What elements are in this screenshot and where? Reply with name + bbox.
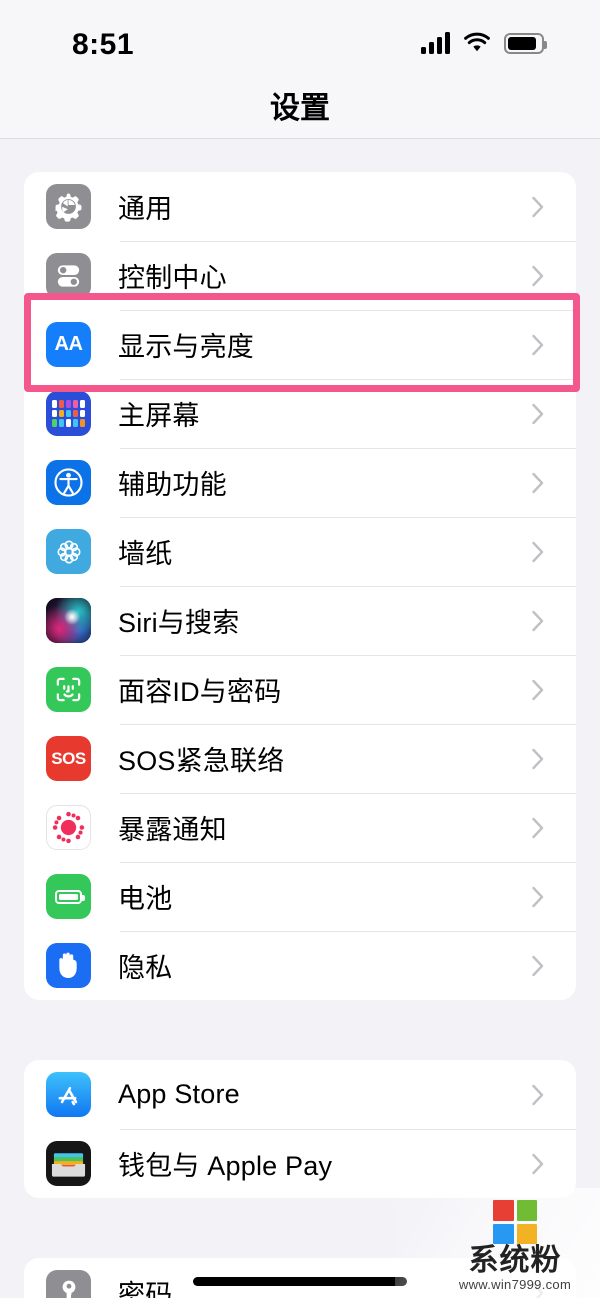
aa-glyph: AA bbox=[54, 333, 83, 355]
settings-row-label: 密码 bbox=[118, 1280, 173, 1298]
settings-row-general[interactable]: 通用 bbox=[24, 172, 576, 241]
settings-row-wallet-apple-pay[interactable]: 钱包与 Apple Pay bbox=[24, 1129, 576, 1198]
settings-row-siri-search[interactable]: Siri与搜索 bbox=[24, 586, 576, 655]
settings-list[interactable]: 通用 控制中心 AA 显示与亮度 主屏幕 辅助功能 墙纸 Siri与搜索 面容I… bbox=[0, 139, 600, 1298]
face-id-icon bbox=[46, 667, 91, 712]
wifi-icon bbox=[463, 32, 491, 54]
settings-row-home-screen[interactable]: 主屏幕 bbox=[24, 379, 576, 448]
chevron-right-icon bbox=[532, 817, 544, 838]
chevron-right-icon bbox=[532, 955, 544, 976]
battery-settings-icon bbox=[46, 874, 91, 919]
settings-row-display-brightness[interactable]: AA 显示与亮度 bbox=[24, 310, 576, 379]
settings-row-label: 辅助功能 bbox=[118, 470, 227, 500]
exposure-notification-icon bbox=[46, 805, 91, 850]
chevron-right-icon bbox=[532, 610, 544, 631]
chevron-right-icon bbox=[532, 1153, 544, 1174]
settings-row-label: 墙纸 bbox=[118, 539, 173, 569]
passwords-key-icon bbox=[46, 1270, 91, 1298]
home-screen-icon bbox=[46, 391, 91, 436]
settings-row-battery[interactable]: 电池 bbox=[24, 862, 576, 931]
settings-row-app-store[interactable]: App Store bbox=[24, 1060, 576, 1129]
chevron-right-icon bbox=[532, 472, 544, 493]
settings-row-label: 钱包与 Apple Pay bbox=[118, 1151, 333, 1181]
watermark-title-text: 系统粉 bbox=[468, 1244, 562, 1277]
battery-icon bbox=[504, 33, 547, 54]
sos-glyph: SOS bbox=[51, 748, 86, 768]
settings-row-label: 隐私 bbox=[118, 953, 173, 983]
settings-row-label: 主屏幕 bbox=[118, 401, 200, 431]
chevron-right-icon bbox=[532, 265, 544, 286]
settings-row-label: App Store bbox=[118, 1079, 240, 1109]
settings-row-label: 显示与亮度 bbox=[118, 332, 254, 362]
settings-group-1: 通用 控制中心 AA 显示与亮度 主屏幕 辅助功能 墙纸 Siri与搜索 面容I… bbox=[24, 172, 576, 1000]
display-brightness-icon: AA bbox=[46, 322, 91, 367]
navigation-bar: 设置 bbox=[0, 72, 600, 139]
cellular-signal-icon bbox=[421, 32, 450, 54]
chevron-right-icon bbox=[532, 748, 544, 769]
chevron-right-icon bbox=[532, 679, 544, 700]
settings-row-accessibility[interactable]: 辅助功能 bbox=[24, 448, 576, 517]
chevron-right-icon bbox=[532, 886, 544, 907]
settings-row-control-center[interactable]: 控制中心 bbox=[24, 241, 576, 310]
sos-icon: SOS bbox=[46, 736, 91, 781]
settings-screen: 8:51 设置 通用 控制中心 AA 显示与亮度 主屏幕 辅助功能 墙纸 Sir… bbox=[0, 0, 600, 1298]
settings-row-label: 电池 bbox=[118, 884, 173, 914]
settings-row-emergency-sos[interactable]: SOS SOS紧急联络 bbox=[24, 724, 576, 793]
wallet-icon bbox=[46, 1141, 91, 1186]
control-center-icon bbox=[46, 253, 91, 298]
watermark-logo-icon bbox=[493, 1200, 537, 1244]
watermark: 系统粉 www.win7999.com bbox=[440, 1200, 590, 1292]
page-title: 设置 bbox=[270, 92, 330, 125]
settings-row-wallpaper[interactable]: 墙纸 bbox=[24, 517, 576, 586]
settings-row-label: 通用 bbox=[118, 194, 173, 224]
chevron-right-icon bbox=[532, 334, 544, 355]
settings-row-label: 面容ID与密码 bbox=[118, 677, 282, 707]
chevron-right-icon bbox=[532, 403, 544, 424]
settings-group-2: App Store 钱包与 Apple Pay bbox=[24, 1060, 576, 1198]
chevron-right-icon bbox=[532, 196, 544, 217]
status-bar-icons bbox=[421, 28, 547, 54]
settings-row-label: SOS紧急联络 bbox=[118, 746, 285, 776]
home-indicator[interactable] bbox=[193, 1277, 407, 1286]
settings-row-exposure-notifications[interactable]: 暴露通知 bbox=[24, 793, 576, 862]
watermark-url: www.win7999.com bbox=[458, 1277, 572, 1292]
settings-row-label: 控制中心 bbox=[118, 263, 227, 293]
gear-icon bbox=[46, 184, 91, 229]
app-store-icon bbox=[46, 1072, 91, 1117]
status-bar: 8:51 bbox=[0, 0, 600, 72]
siri-icon bbox=[46, 598, 91, 643]
status-bar-time: 8:51 bbox=[72, 28, 135, 61]
settings-row-face-id-passcode[interactable]: 面容ID与密码 bbox=[24, 655, 576, 724]
accessibility-icon bbox=[46, 460, 91, 505]
watermark-title: 系统粉 bbox=[440, 1246, 590, 1276]
settings-row-label: 暴露通知 bbox=[118, 815, 227, 845]
privacy-hand-icon bbox=[46, 943, 91, 988]
chevron-right-icon bbox=[532, 1084, 544, 1105]
wallpaper-icon bbox=[46, 529, 91, 574]
chevron-right-icon bbox=[532, 541, 544, 562]
settings-row-privacy[interactable]: 隐私 bbox=[24, 931, 576, 1000]
settings-row-label: Siri与搜索 bbox=[118, 608, 240, 638]
